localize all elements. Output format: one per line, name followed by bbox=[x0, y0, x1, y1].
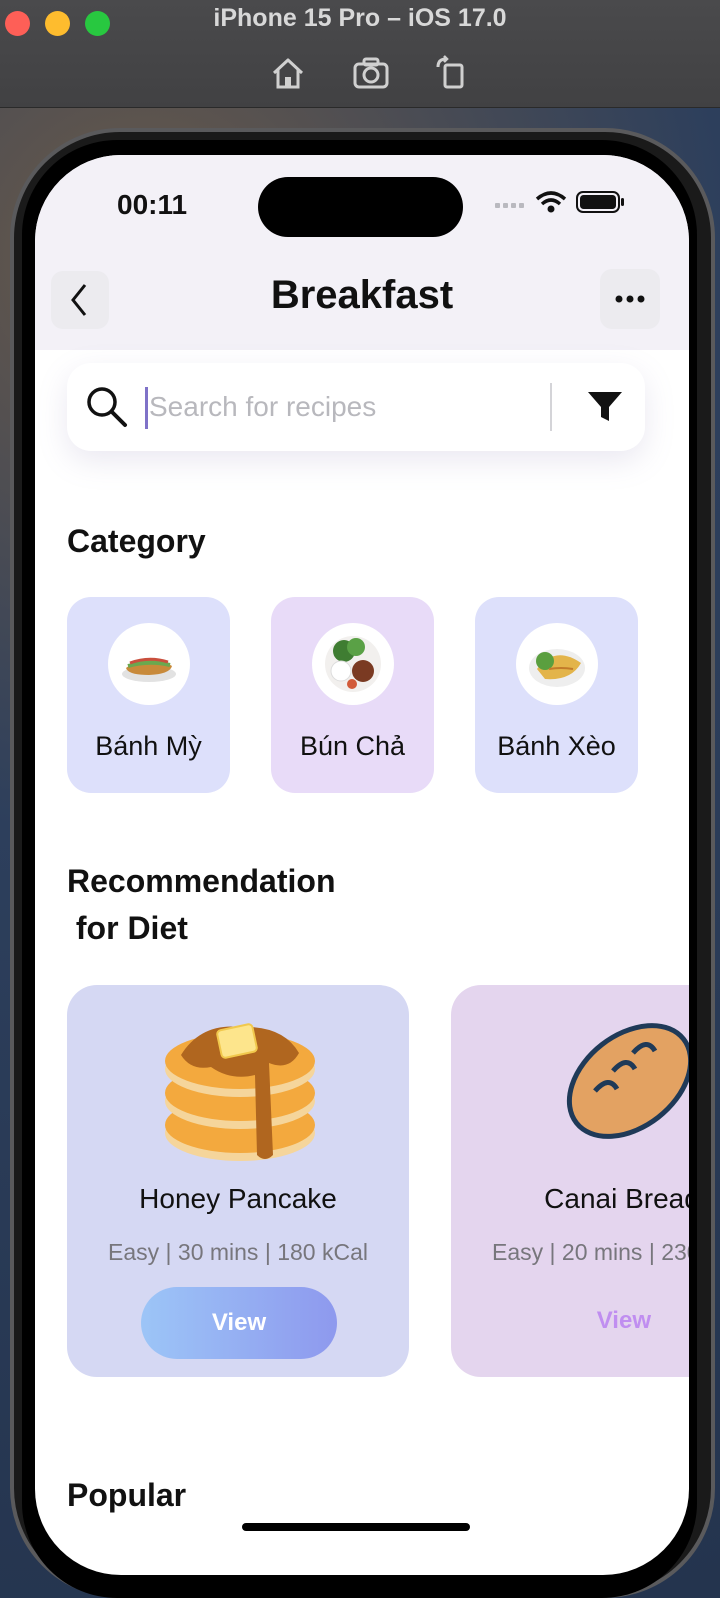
dynamic-island bbox=[258, 177, 463, 237]
category-card-bun-cha[interactable]: Bún Chả bbox=[271, 597, 434, 793]
recipe-meta: Easy | 20 mins | 230 kCal bbox=[492, 1239, 689, 1265]
category-label: Bún Chả bbox=[299, 731, 406, 761]
recipe-card-honey-pancake[interactable]: Honey Pancake Easy | 30 mins | 180 kCal … bbox=[67, 985, 409, 1377]
rotate-icon[interactable] bbox=[434, 55, 472, 91]
page-title: Breakfast bbox=[270, 273, 454, 317]
more-icon bbox=[615, 295, 645, 303]
status-icons bbox=[495, 191, 624, 213]
search-bar[interactable] bbox=[67, 363, 645, 451]
signal-icon bbox=[495, 203, 524, 208]
popular-title: Popular bbox=[67, 1477, 187, 1513]
category-label: Bánh Mỳ bbox=[95, 731, 202, 761]
search-input[interactable] bbox=[149, 385, 539, 429]
home-icon[interactable] bbox=[269, 55, 307, 91]
recipe-name: Honey Pancake bbox=[139, 1183, 337, 1214]
view-button[interactable]: View bbox=[141, 1287, 337, 1359]
bun-cha-icon bbox=[325, 636, 381, 692]
banh-xeo-icon bbox=[529, 649, 585, 687]
recipe-card-canai-bread[interactable]: Canai Bread Easy | 20 mins | 230 kCal Vi… bbox=[451, 985, 689, 1377]
wifi-icon bbox=[535, 191, 567, 213]
phone-screen: 00:11 Breakfast Search for recipes Categ… bbox=[35, 155, 689, 1575]
bun-cha-image bbox=[312, 623, 394, 705]
top-bar: 00:11 Breakfast bbox=[35, 155, 689, 350]
battery-icon bbox=[576, 191, 624, 213]
home-indicator[interactable] bbox=[242, 1523, 470, 1531]
status-time: 00:11 bbox=[117, 189, 188, 220]
simulator-title: iPhone 15 Pro – iOS 17.0 bbox=[213, 4, 507, 32]
bread-icon bbox=[566, 1023, 689, 1139]
more-options-button[interactable] bbox=[600, 269, 660, 329]
simulator-titlebar: iPhone 15 Pro – iOS 17.0 bbox=[0, 0, 720, 108]
search-icon bbox=[87, 387, 127, 427]
text-caret bbox=[145, 387, 148, 429]
category-label: Bánh Xèo bbox=[497, 731, 616, 761]
banh-my-image bbox=[108, 623, 190, 705]
search-divider bbox=[550, 383, 552, 431]
filter-icon[interactable] bbox=[585, 389, 625, 425]
banh-my-icon bbox=[122, 657, 176, 682]
category-card-banh-xeo[interactable]: Bánh Xèo bbox=[475, 597, 638, 793]
pancake-icon bbox=[165, 1023, 315, 1161]
category-title: Category bbox=[67, 523, 206, 559]
banh-xeo-image bbox=[516, 623, 598, 705]
view-button[interactable]: View bbox=[451, 1307, 689, 1335]
recipe-meta: Easy | 30 mins | 180 kCal bbox=[108, 1239, 368, 1265]
recommendation-title-line1: Recommendation bbox=[67, 863, 336, 899]
recipe-name: Canai Bread bbox=[544, 1183, 689, 1214]
screenshot-icon[interactable] bbox=[352, 55, 390, 91]
recommendation-title-line2: for Diet bbox=[67, 910, 188, 946]
category-card-banh-my[interactable]: Bánh Mỳ bbox=[67, 597, 230, 793]
